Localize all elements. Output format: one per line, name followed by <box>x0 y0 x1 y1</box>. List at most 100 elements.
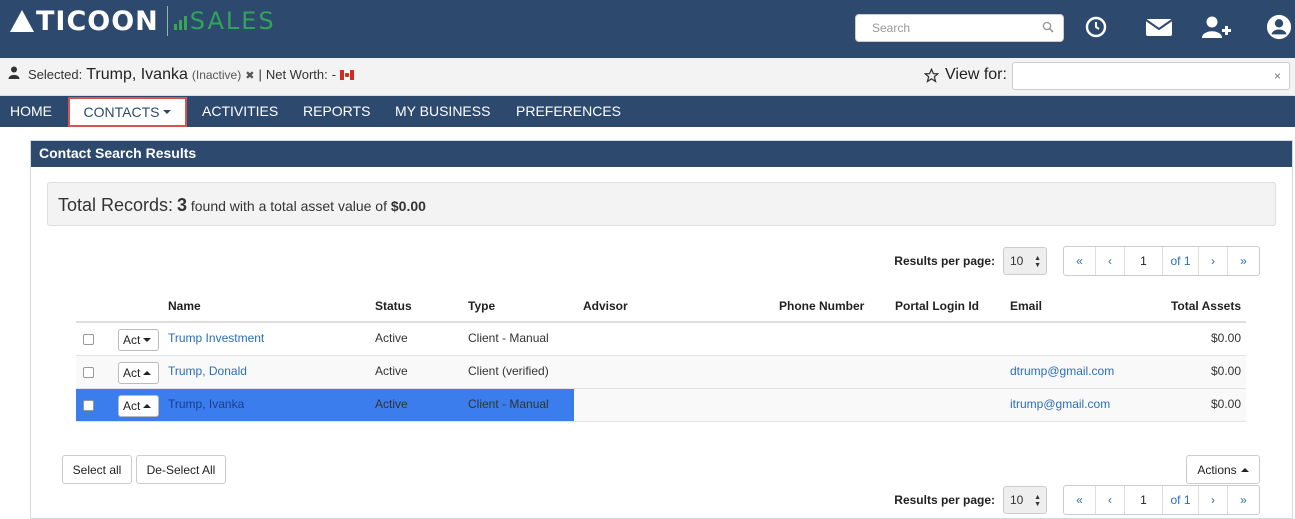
contact-status: (Inactive) <box>191 68 242 82</box>
results-per-page-select[interactable]: 10 ▲ ▼ <box>1003 247 1047 275</box>
history-icon[interactable] <box>1084 14 1110 40</box>
results-per-page-value: 10 <box>1010 493 1024 507</box>
chevron-up-icon <box>1240 467 1249 472</box>
search-icon[interactable] <box>1042 21 1054 33</box>
nav-contacts[interactable]: CONTACTS <box>68 97 187 127</box>
chevron-down-icon <box>163 110 172 114</box>
page-count: of 1 <box>1163 247 1199 275</box>
contact-status: Active <box>375 364 408 378</box>
col-email[interactable]: Email <box>1010 299 1042 313</box>
actions-label: Actions <box>1197 462 1237 477</box>
remove-selection-icon[interactable]: ✖ <box>245 69 254 82</box>
selection-bar: Selected: Trump, Ivanka (Inactive) ✖ | N… <box>0 58 1295 96</box>
user-icon[interactable] <box>1265 14 1293 40</box>
mail-icon[interactable] <box>1145 14 1173 40</box>
selected-contact-name[interactable]: Trump, Ivanka <box>86 66 188 84</box>
action-label: Act <box>123 366 141 380</box>
select-all-button[interactable]: Select all <box>62 455 132 484</box>
contact-name-link[interactable]: Trump, Ivanka <box>168 397 244 411</box>
nav-preferences[interactable]: PREFERENCES <box>516 103 621 119</box>
row-action-button[interactable]: Act <box>118 329 159 351</box>
search-input[interactable]: Search <box>855 14 1064 42</box>
contact-name-link[interactable]: Trump, Donald <box>168 364 247 378</box>
table-header: Name Status Type Advisor Phone Number Po… <box>76 297 1246 323</box>
chevron-down-icon <box>143 338 152 342</box>
col-portal-login[interactable]: Portal Login Id <box>895 299 979 313</box>
main-nav: HOME CONTACTS ACTIVITIES REPORTS MY BUSI… <box>0 96 1295 127</box>
pager-bottom: Results per page: 10 ▲ ▼ « ‹ 1 of 1 › » <box>894 485 1260 515</box>
separator: | <box>258 67 262 82</box>
page-number-input[interactable]: 1 <box>1125 247 1163 275</box>
selected-label: Selected: <box>28 67 83 82</box>
total-asset-value: $0.00 <box>390 198 426 214</box>
prev-page-button[interactable]: ‹ <box>1096 247 1125 275</box>
star-icon[interactable] <box>924 67 939 83</box>
top-header: TICOON SALES Search <box>0 0 1295 58</box>
contact-status: Active <box>375 397 408 411</box>
page-count: of 1 <box>1163 486 1199 514</box>
contact-type: Client (verified) <box>468 364 549 378</box>
search-placeholder: Search <box>872 21 911 35</box>
last-page-button[interactable]: » <box>1228 247 1259 275</box>
chevron-up-icon <box>143 404 152 408</box>
first-page-button[interactable]: « <box>1064 247 1096 275</box>
table-row: Act Trump Investment Active Client - Man… <box>76 323 1246 356</box>
view-for-select[interactable]: × <box>1012 62 1290 90</box>
col-type[interactable]: Type <box>468 299 495 313</box>
col-name[interactable]: Name <box>168 299 201 313</box>
net-worth-label: Net Worth: <box>265 67 328 82</box>
row-checkbox[interactable] <box>83 367 94 378</box>
total-records-count: 3 <box>176 195 187 215</box>
next-page-button[interactable]: › <box>1199 486 1228 514</box>
chart-bars-icon <box>173 12 187 30</box>
page-number-input[interactable]: 1 <box>1125 486 1163 514</box>
contact-email[interactable]: dtrump@gmail.com <box>1010 364 1114 378</box>
col-total-assets[interactable]: Total Assets <box>1171 299 1241 313</box>
row-action-button[interactable]: Act <box>118 395 159 417</box>
nav-activities[interactable]: ACTIVITIES <box>202 103 278 119</box>
next-page-button[interactable]: › <box>1199 247 1228 275</box>
table-row: Act Trump, Donald Active Client (verifie… <box>76 356 1246 389</box>
results-per-page-value: 10 <box>1010 254 1024 268</box>
nav-reports[interactable]: REPORTS <box>303 103 370 119</box>
add-user-icon[interactable] <box>1200 14 1232 40</box>
contact-type: Client - Manual <box>468 397 549 411</box>
row-action-button[interactable]: Act <box>118 362 159 384</box>
brand-secondary: SALES <box>189 7 276 35</box>
contact-status: Active <box>375 331 408 345</box>
panel-title: Contact Search Results <box>31 141 1292 167</box>
last-page-button[interactable]: » <box>1228 486 1259 514</box>
nav-home[interactable]: HOME <box>10 103 52 119</box>
col-phone[interactable]: Phone Number <box>779 299 864 313</box>
col-status[interactable]: Status <box>375 299 412 313</box>
col-advisor[interactable]: Advisor <box>583 299 628 313</box>
select-arrows-icon: ▲ ▼ <box>1034 494 1041 508</box>
prev-page-button[interactable]: ‹ <box>1096 486 1125 514</box>
contact-email[interactable]: itrump@gmail.com <box>1010 397 1110 411</box>
chevron-up-icon <box>143 371 152 375</box>
view-for-label: View for: <box>945 66 1007 83</box>
nav-my-business[interactable]: MY BUSINESS <box>395 103 490 119</box>
action-label: Act <box>123 399 141 413</box>
deselect-all-button[interactable]: De-Select All <box>136 455 226 484</box>
results-per-page-select[interactable]: 10 ▲ ▼ <box>1003 486 1047 514</box>
contact-assets: $0.00 <box>1210 331 1241 345</box>
logo-divider <box>166 6 168 36</box>
first-page-button[interactable]: « <box>1064 486 1096 514</box>
nav-contacts-label: CONTACTS <box>83 104 160 120</box>
table-row-selected: Act Trump, Ivanka Active Client - Manual… <box>76 389 1246 422</box>
results-per-page-label: Results per page: <box>894 493 995 507</box>
row-checkbox[interactable] <box>83 400 94 411</box>
contact-name-link[interactable]: Trump Investment <box>168 331 264 345</box>
clear-view-for-icon[interactable]: × <box>1274 69 1281 83</box>
view-for: View for: <box>924 66 1007 84</box>
summary-middle: found with a total asset value of <box>190 198 387 214</box>
ticoon-sales-logo[interactable]: TICOON SALES <box>10 4 276 38</box>
contact-assets: $0.00 <box>1210 364 1241 378</box>
actions-button[interactable]: Actions <box>1186 455 1260 484</box>
row-checkbox[interactable] <box>83 334 94 345</box>
logo-triangle-icon <box>10 10 34 32</box>
results-summary: Total Records: 3 found with a total asse… <box>47 182 1276 226</box>
action-label: Act <box>123 333 141 347</box>
pager-top: Results per page: 10 ▲ ▼ « ‹ 1 of 1 › » <box>894 246 1260 276</box>
